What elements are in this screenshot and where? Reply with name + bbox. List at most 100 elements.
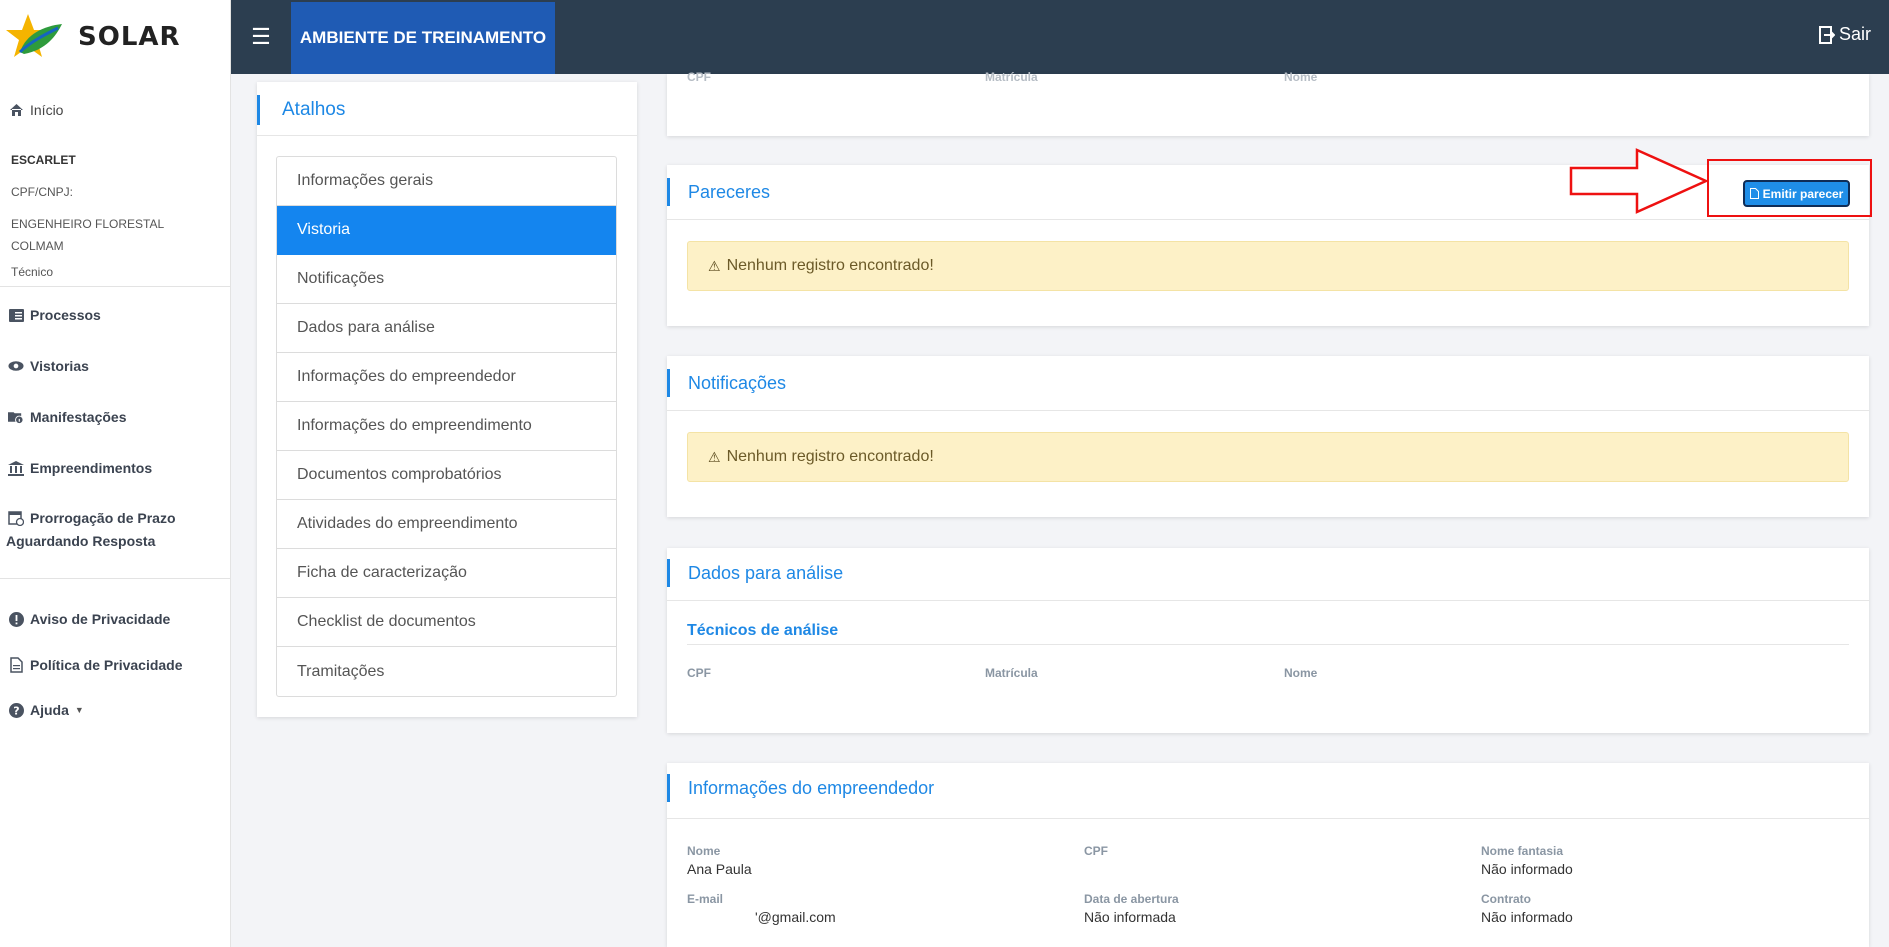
- field-value: Não informado: [1481, 909, 1573, 925]
- logo[interactable]: SOLAR: [0, 0, 231, 74]
- notificacoes-title: Notificações: [667, 369, 786, 397]
- atalho-item[interactable]: Atividades do empreendimento: [277, 500, 616, 549]
- logout-icon: [1818, 25, 1835, 44]
- user-org: COLMAM: [11, 239, 64, 253]
- sidebar-item-label: Política de Privacidade: [30, 657, 183, 673]
- sidebar-item-home[interactable]: Início: [8, 102, 63, 118]
- sidebar-item-prorrogacao[interactable]: Prorrogação de Prazo: [8, 510, 176, 526]
- atalho-item[interactable]: Checklist de documentos: [277, 598, 616, 647]
- user-name: ESCARLET: [11, 153, 76, 167]
- field-value: Não informado: [1481, 861, 1573, 877]
- user-profession: ENGENHEIRO FLORESTAL: [11, 217, 165, 231]
- sidebar-item-label: Início: [30, 102, 64, 118]
- folder-info-icon: [8, 409, 24, 425]
- question-circle-icon: ?: [8, 702, 24, 718]
- sidebar-item-label: Prorrogação de Prazo: [30, 510, 176, 526]
- sidebar-item-prorrogacao-line2[interactable]: Aguardando Resposta: [6, 533, 155, 549]
- atalho-item[interactable]: Ficha de caracterização: [277, 549, 616, 598]
- sidebar-item-ajuda[interactable]: ? Ajuda ▼: [8, 702, 84, 718]
- sidebar-item-vistorias[interactable]: Vistorias: [8, 358, 89, 374]
- divider: [687, 644, 1849, 645]
- sidebar-item-aviso-privacidade[interactable]: Aviso de Privacidade: [8, 611, 170, 627]
- field-label: E-mail: [687, 892, 724, 906]
- sidebar-item-label: Vistorias: [30, 358, 89, 374]
- annotation-arrow-icon: [1569, 148, 1709, 214]
- dados-analise-card: Dados para análise Técnicos de análise C…: [667, 548, 1869, 733]
- atalho-item[interactable]: Documentos comprobatórios: [277, 451, 616, 500]
- atalhos-card: Atalhos Informações gerais Vistoria Notifi…: [257, 82, 637, 717]
- divider: [667, 818, 1869, 819]
- field-label: Contrato: [1481, 892, 1531, 906]
- sidebar: Início ESCARLET CPF/CNPJ: ENGENHEIRO FLO…: [0, 74, 231, 947]
- annotation-highlight-box: [1707, 159, 1872, 217]
- atalho-item[interactable]: Vistoria: [277, 206, 616, 255]
- divider: [0, 578, 231, 579]
- cpf-label: CPF: [687, 666, 711, 680]
- atalho-item[interactable]: Informações do empreendedor: [277, 353, 616, 402]
- field-label: CPF: [1084, 844, 1108, 858]
- field-label: Nome: [687, 844, 721, 858]
- solar-star-icon: [6, 14, 62, 57]
- processes-icon: [8, 307, 24, 323]
- empreendedor-card: Informações do empreendedor Nome Ana Pau…: [667, 763, 1869, 947]
- cpf-label: CPF: [687, 70, 711, 84]
- atalho-item[interactable]: Notificações: [277, 255, 616, 304]
- field-value: Ana Paula: [687, 861, 752, 877]
- caret-down-icon: ▼: [74, 705, 84, 715]
- field-value: Não informada: [1084, 909, 1176, 925]
- nome-label: Nome: [1284, 666, 1318, 680]
- sidebar-item-manifestacoes[interactable]: Manifestações: [8, 409, 126, 425]
- sidebar-item-politica-privacidade[interactable]: Política de Privacidade: [8, 657, 183, 673]
- sidebar-item-label: Ajuda: [30, 702, 69, 718]
- divider: [667, 410, 1869, 411]
- hamburger-icon: ☰: [251, 24, 271, 49]
- atalho-item[interactable]: Informações do empreendimento: [277, 402, 616, 451]
- matricula-label: Matrícula: [985, 70, 1038, 84]
- divider: [667, 600, 1869, 601]
- top-bar: SOLAR ☰ AMBIENTE DE TREINAMENTO Sair: [0, 0, 1889, 74]
- notificacoes-card: Notificações ⚠ Nenhum registro encontrad…: [667, 356, 1869, 517]
- sidebar-item-label: Processos: [30, 307, 101, 323]
- empty-message: Nenhum registro encontrado!: [726, 257, 934, 274]
- divider: [257, 135, 637, 136]
- home-icon: [8, 102, 24, 118]
- logout-label: Sair: [1838, 24, 1871, 44]
- svg-text:?: ?: [13, 704, 19, 717]
- user-role: Técnico: [11, 265, 54, 279]
- empty-message: Nenhum registro encontrado!: [726, 448, 934, 465]
- empty-alert: ⚠ Nenhum registro encontrado!: [687, 241, 1849, 291]
- exclamation-circle-icon: [8, 611, 24, 627]
- bank-icon: [8, 460, 24, 476]
- pareceres-title: Pareceres: [667, 178, 770, 206]
- matricula-label: Matrícula: [985, 666, 1038, 680]
- field-label: Data de abertura: [1084, 892, 1179, 906]
- tecnicos-subtitle: Técnicos de análise: [687, 622, 839, 639]
- atalho-item[interactable]: Informações gerais: [277, 157, 616, 206]
- menu-toggle-button[interactable]: ☰: [246, 22, 276, 52]
- sidebar-item-label: Empreendimentos: [30, 460, 153, 476]
- sidebar-item-processos[interactable]: Processos: [8, 307, 101, 323]
- atalho-item[interactable]: Dados para análise: [277, 304, 616, 353]
- sidebar-item-label: Manifestações: [30, 409, 127, 425]
- sidebar-item-empreendimentos[interactable]: Empreendimentos: [8, 460, 152, 476]
- logo-text: SOLAR: [78, 22, 181, 52]
- nome-label: Nome: [1284, 70, 1318, 84]
- divider: [0, 286, 231, 287]
- environment-label: AMBIENTE DE TREINAMENTO: [291, 2, 555, 74]
- user-cpf-label: CPF/CNPJ:: [11, 185, 74, 199]
- empreendedor-title: Informações do empreendedor: [667, 774, 934, 802]
- tecnicos-partial-card: CPF Matrícula Nome: [667, 70, 1869, 136]
- sidebar-item-label: Aviso de Privacidade: [30, 611, 171, 627]
- dados-analise-title: Dados para análise: [667, 559, 843, 587]
- atalhos-title: Atalhos: [257, 95, 345, 125]
- divider: [667, 219, 1869, 220]
- field-value: '@gmail.com: [755, 909, 836, 925]
- document-icon: [8, 657, 24, 673]
- atalhos-list: Informações gerais Vistoria Notificações Da…: [276, 156, 617, 697]
- eye-icon: [8, 358, 24, 374]
- logout-button[interactable]: Sair: [1818, 24, 1871, 45]
- field-label: Nome fantasia: [1481, 844, 1564, 858]
- warning-icon: ⚠: [708, 257, 721, 274]
- warning-icon: ⚠: [708, 448, 721, 465]
- atalho-item[interactable]: Tramitações: [277, 647, 616, 696]
